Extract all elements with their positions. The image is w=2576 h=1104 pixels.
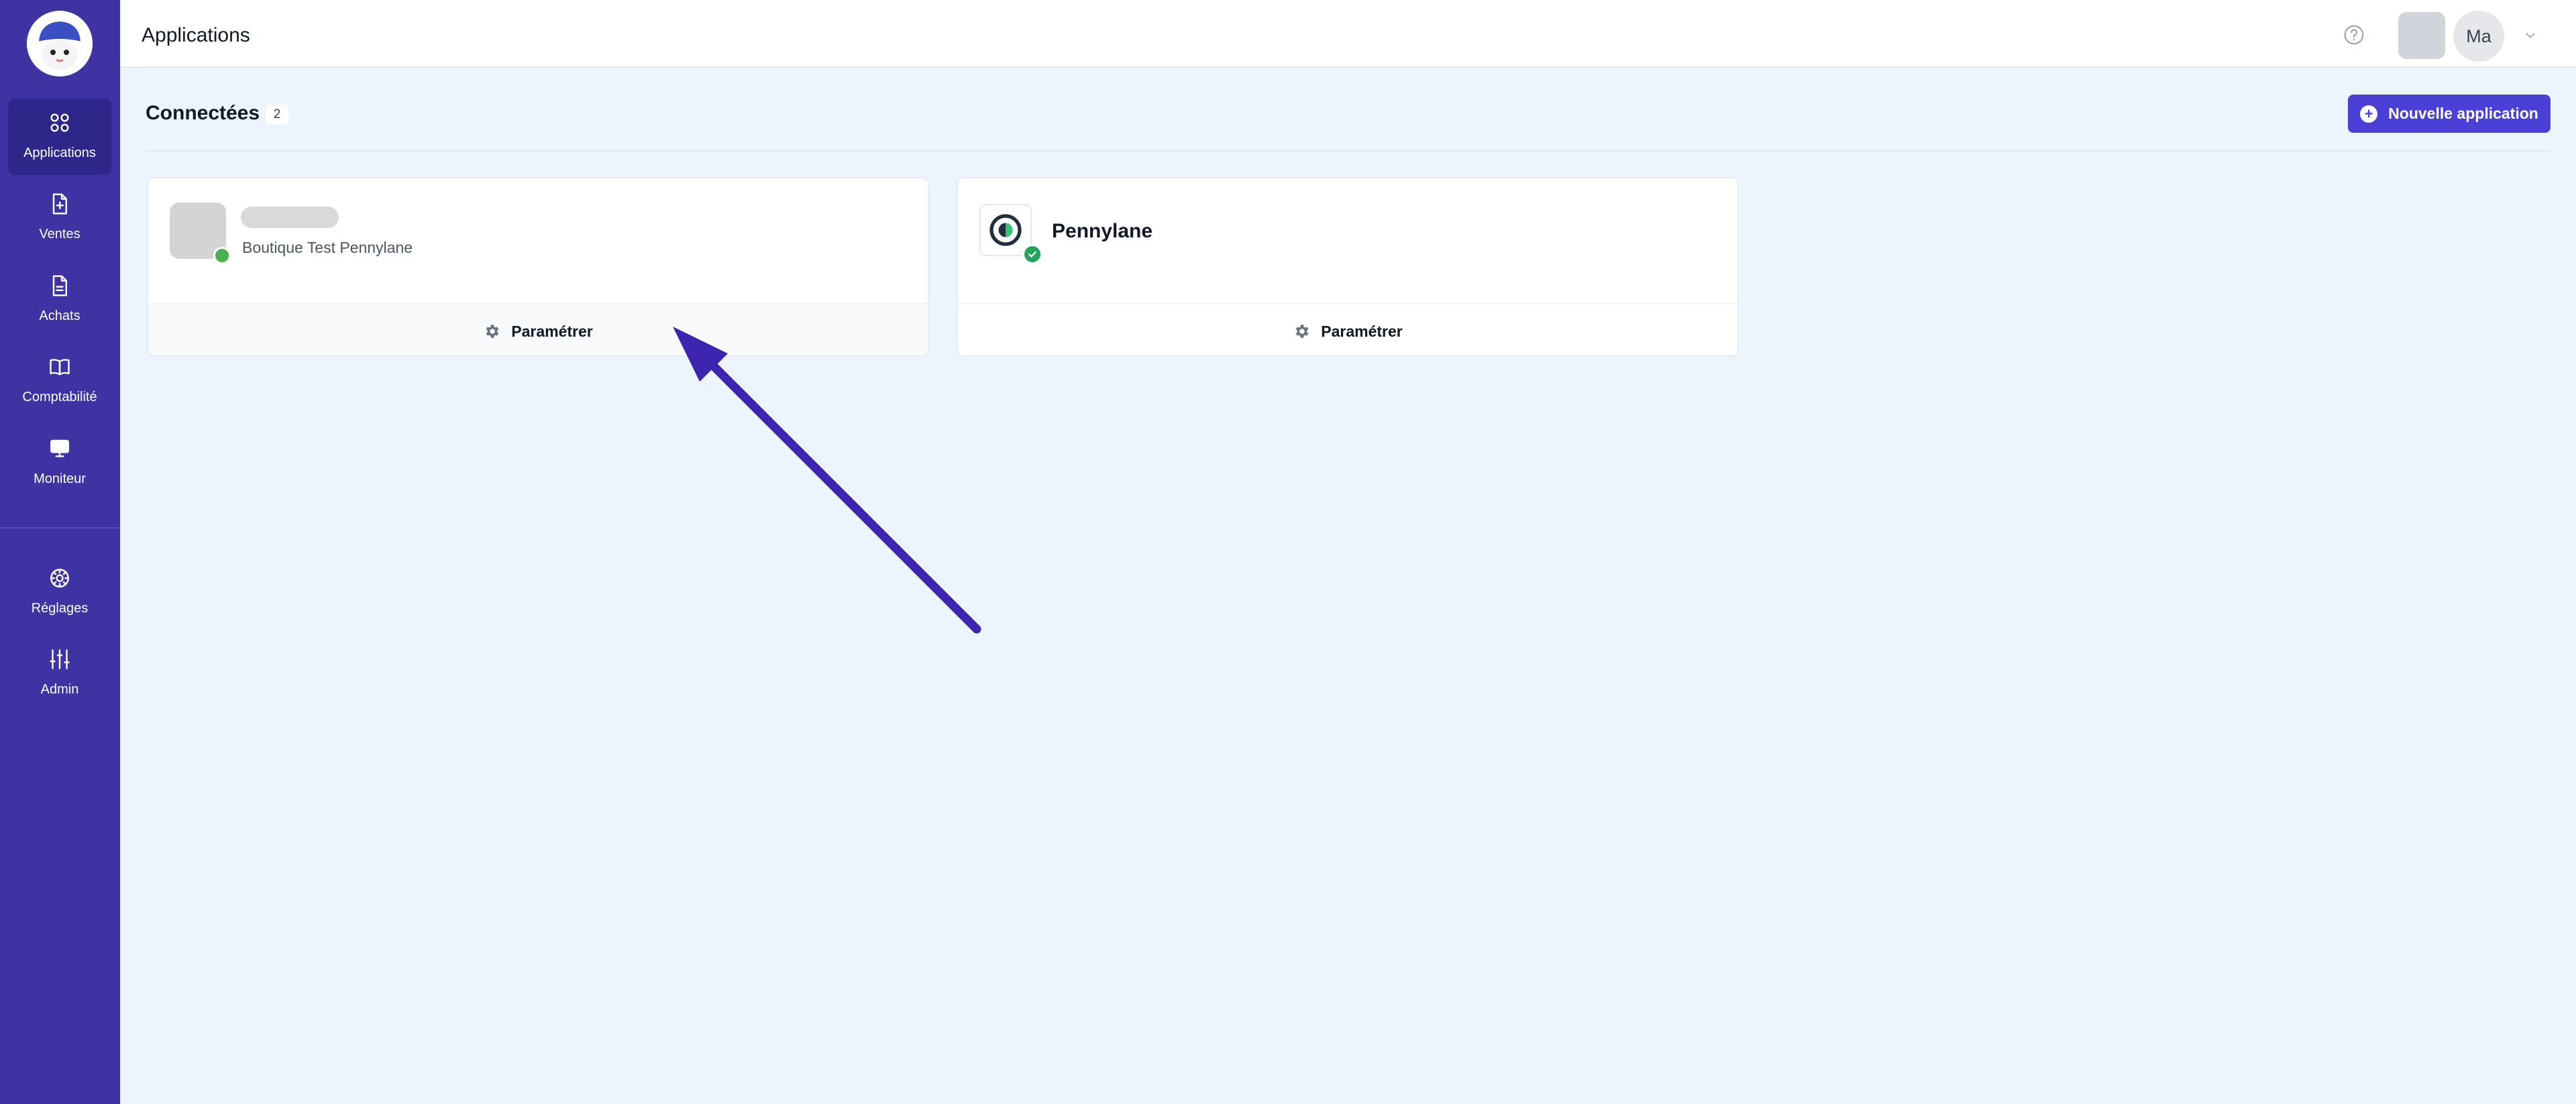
gear-icon xyxy=(50,569,69,588)
organization-avatar[interactable] xyxy=(2398,12,2445,59)
count-badge: 2 xyxy=(266,105,288,125)
new-application-label: Nouvelle application xyxy=(2388,105,2538,122)
connected-check-icon xyxy=(1022,244,1042,264)
document-icon xyxy=(52,275,67,296)
app-logo[interactable] xyxy=(27,11,93,76)
app-card-body[interactable]: Pennylane xyxy=(958,178,1737,303)
section-title: Connectées xyxy=(146,102,260,124)
user-avatar[interactable]: Ma xyxy=(2453,11,2504,62)
sidebar-item-label: Ventes xyxy=(39,227,80,241)
app-card-body[interactable]: Boutique Test Pennylane xyxy=(148,178,928,303)
sidebar-item-label: Applications xyxy=(23,146,96,160)
sidebar-item-comptabilite[interactable]: Comptabilité xyxy=(8,343,111,419)
new-application-button[interactable]: + Nouvelle application xyxy=(2348,95,2551,133)
sidebar: Applications Ventes Achats Comptabilité … xyxy=(0,0,120,1104)
mascot-logo-icon xyxy=(27,11,93,76)
page-title: Applications xyxy=(142,24,250,46)
sidebar-item-admin[interactable]: Admin xyxy=(8,635,111,712)
configure-button[interactable]: Paramétrer xyxy=(958,303,1737,355)
gear-icon xyxy=(486,325,499,338)
help-icon[interactable] xyxy=(2343,24,2365,46)
app-card: Pennylane Paramétrer xyxy=(957,177,1739,357)
app-card: Boutique Test Pennylane Paramétrer xyxy=(147,177,929,357)
annotation-arrow-icon xyxy=(673,327,981,634)
monitor-icon xyxy=(50,439,69,457)
sidebar-item-label: Moniteur xyxy=(34,472,86,486)
app-subtitle: Boutique Test Pennylane xyxy=(242,239,413,256)
top-header: Applications Ma xyxy=(120,0,2576,68)
book-icon xyxy=(50,359,70,376)
sidebar-item-label: Réglages xyxy=(31,601,89,616)
grid-icon xyxy=(50,113,69,132)
sidebar-item-label: Achats xyxy=(39,309,80,323)
sliders-icon xyxy=(50,649,70,669)
invoice-plus-icon xyxy=(52,193,67,215)
connected-status-dot xyxy=(213,247,231,264)
sidebar-item-reglages[interactable]: Réglages xyxy=(8,554,111,630)
configure-label: Paramétrer xyxy=(1321,322,1403,340)
plus-circle-icon: + xyxy=(2360,105,2378,123)
sidebar-item-moniteur[interactable]: Moniteur xyxy=(8,425,111,501)
gear-icon xyxy=(1295,325,1309,338)
sidebar-item-applications[interactable]: Applications xyxy=(8,99,111,175)
sidebar-item-achats[interactable]: Achats xyxy=(8,262,111,338)
app-name: Pennylane xyxy=(1052,220,1153,242)
sidebar-item-label: Admin xyxy=(40,682,79,697)
section-divider xyxy=(146,150,2551,152)
sidebar-item-ventes[interactable]: Ventes xyxy=(8,180,111,256)
sidebar-item-label: Comptabilité xyxy=(22,390,97,404)
pennylane-logo-icon xyxy=(989,214,1022,246)
configure-button[interactable]: Paramétrer xyxy=(148,303,928,355)
configure-label: Paramétrer xyxy=(511,322,593,340)
chevron-down-icon[interactable] xyxy=(2523,28,2538,43)
sidebar-divider xyxy=(0,527,120,529)
app-name-placeholder xyxy=(241,207,339,228)
